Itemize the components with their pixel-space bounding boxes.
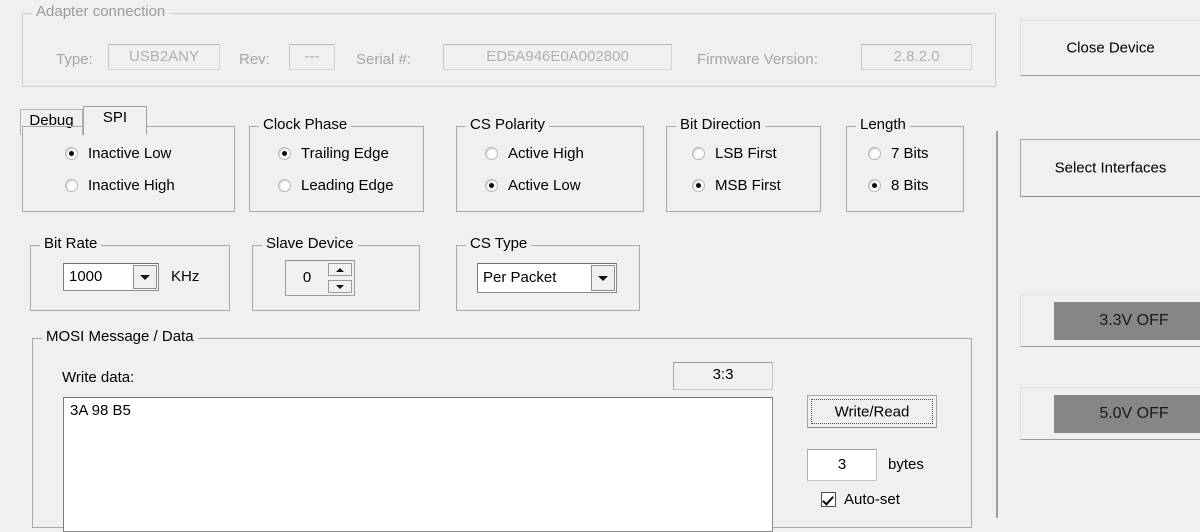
radio-active-high-label: Active High — [508, 145, 584, 162]
slave-device-spinner[interactable]: 0 — [285, 260, 355, 296]
radio-active-low[interactable]: Active Low — [485, 177, 581, 195]
radio-dot-icon — [65, 179, 78, 192]
radio-dot-icon — [485, 179, 498, 192]
bit-rate-group: Bit Rate 1000 KHz — [30, 236, 230, 311]
spinner-up-icon[interactable] — [328, 263, 352, 276]
radio-msb-first[interactable]: MSB First — [692, 177, 781, 195]
close-device-label: Close Device — [1066, 39, 1155, 57]
clock-phase-title: Clock Phase — [259, 117, 352, 133]
length-title: Length — [856, 117, 910, 133]
bit-direction-group: Bit Direction LSB First MSB First — [666, 117, 821, 212]
chevron-down-icon[interactable] — [591, 265, 615, 291]
cs-type-value: Per Packet — [483, 269, 557, 286]
bit-rate-combo[interactable]: 1000 — [63, 263, 159, 291]
spinner-buttons — [328, 263, 352, 293]
voltage-3v3-button[interactable]: 3.3V OFF — [1020, 294, 1200, 347]
slave-device-group: Slave Device 0 — [252, 236, 420, 311]
tab-spi-label: SPI — [102, 109, 128, 126]
adapter-type-label: Type: — [56, 51, 93, 68]
radio-dot-icon — [868, 147, 881, 160]
radio-8-bits[interactable]: 8 Bits — [868, 177, 929, 195]
cs-type-group: CS Type Per Packet — [456, 236, 640, 311]
radio-inactive-high[interactable]: Inactive High — [65, 177, 175, 195]
bit-rate-title: Bit Rate — [40, 236, 102, 252]
radio-lsb-first-label: LSB First — [715, 145, 777, 162]
adapter-rev-label: Rev: — [239, 51, 270, 68]
byte-counter-readout: 3:3 — [673, 362, 773, 390]
adapter-rev-field: --- — [289, 44, 335, 70]
select-interfaces-button[interactable]: Select Interfaces — [1020, 139, 1200, 197]
bit-rate-unit-label: KHz — [171, 268, 200, 285]
mosi-message-data-group: MOSI Message / Data Write data: 3:3 3A 9… — [32, 329, 972, 532]
radio-active-high[interactable]: Active High — [485, 145, 584, 163]
length-group: Length 7 Bits 8 Bits — [846, 117, 964, 212]
radio-inactive-high-label: Inactive High — [88, 177, 175, 194]
adapter-serial-field: ED5A946E0A002800 — [443, 44, 672, 70]
write-read-button[interactable]: Write/Read — [807, 395, 937, 428]
slave-device-value: 0 — [302, 269, 312, 286]
bit-direction-title: Bit Direction — [676, 117, 765, 133]
slave-device-title: Slave Device — [262, 236, 358, 252]
adapter-firmware-field: 2.8.2.0 — [861, 44, 972, 70]
cs-polarity-title: CS Polarity — [466, 117, 550, 133]
radio-dot-icon — [692, 147, 705, 160]
radio-dot-icon — [868, 179, 881, 192]
radio-dot-icon — [65, 147, 78, 160]
cs-polarity-group: CS Polarity Active High Active Low — [456, 117, 644, 212]
select-interfaces-label: Select Interfaces — [1054, 159, 1167, 177]
radio-msb-first-label: MSB First — [715, 177, 781, 194]
radio-dot-icon — [278, 147, 291, 160]
radio-8-bits-label: 8 Bits — [891, 177, 929, 194]
bit-rate-value: 1000 — [69, 268, 103, 285]
adapter-connection-title: Adapter connection — [32, 4, 170, 20]
panel-separator — [996, 131, 998, 518]
cs-type-combo[interactable]: Per Packet — [477, 263, 617, 293]
write-data-textarea[interactable]: 3A 98 B5 — [63, 397, 773, 532]
voltage-5v-state: 5.0V OFF — [1054, 395, 1200, 433]
checkbox-icon — [821, 492, 836, 507]
radio-inactive-low[interactable]: Inactive Low — [65, 145, 171, 163]
cs-type-title: CS Type — [466, 236, 532, 252]
write-read-label: Write/Read — [834, 403, 910, 420]
bytes-label: bytes — [888, 456, 924, 473]
auto-set-checkbox[interactable]: Auto-set — [821, 491, 900, 509]
radio-dot-icon — [278, 179, 291, 192]
radio-active-low-label: Active Low — [508, 177, 581, 194]
auto-set-label: Auto-set — [844, 491, 900, 508]
close-device-button[interactable]: Close Device — [1020, 20, 1200, 76]
radio-leading-edge-label: Leading Edge — [301, 177, 394, 194]
clock-phase-group: Clock Phase Trailing Edge Leading Edge — [249, 117, 424, 212]
clock-polarity-group: Inactive Low Inactive High — [22, 126, 235, 212]
radio-lsb-first[interactable]: LSB First — [692, 145, 777, 163]
radio-dot-icon — [485, 147, 498, 160]
tab-spi[interactable]: SPI — [83, 106, 147, 135]
radio-leading-edge[interactable]: Leading Edge — [278, 177, 394, 195]
voltage-3v3-state: 3.3V OFF — [1054, 302, 1200, 340]
radio-trailing-edge[interactable]: Trailing Edge — [278, 145, 389, 163]
radio-7-bits[interactable]: 7 Bits — [868, 145, 929, 163]
adapter-connection-group: Adapter connection Type: USB2ANY Rev: --… — [22, 4, 996, 87]
radio-7-bits-label: 7 Bits — [891, 145, 929, 162]
spinner-down-icon[interactable] — [328, 280, 352, 293]
radio-inactive-low-label: Inactive Low — [88, 145, 172, 162]
adapter-type-field: USB2ANY — [108, 44, 220, 70]
radio-trailing-edge-label: Trailing Edge — [301, 145, 389, 162]
radio-dot-icon — [692, 179, 705, 192]
adapter-serial-label: Serial #: — [356, 51, 412, 68]
write-data-label: Write data: — [62, 369, 135, 386]
write-data-value: 3A 98 B5 — [70, 402, 131, 419]
adapter-firmware-label: Firmware Version: — [697, 51, 818, 68]
mosi-title: MOSI Message / Data — [42, 329, 198, 345]
bytes-input[interactable]: 3 — [807, 449, 877, 481]
chevron-down-icon[interactable] — [133, 265, 157, 289]
voltage-5v-button[interactable]: 5.0V OFF — [1020, 387, 1200, 440]
